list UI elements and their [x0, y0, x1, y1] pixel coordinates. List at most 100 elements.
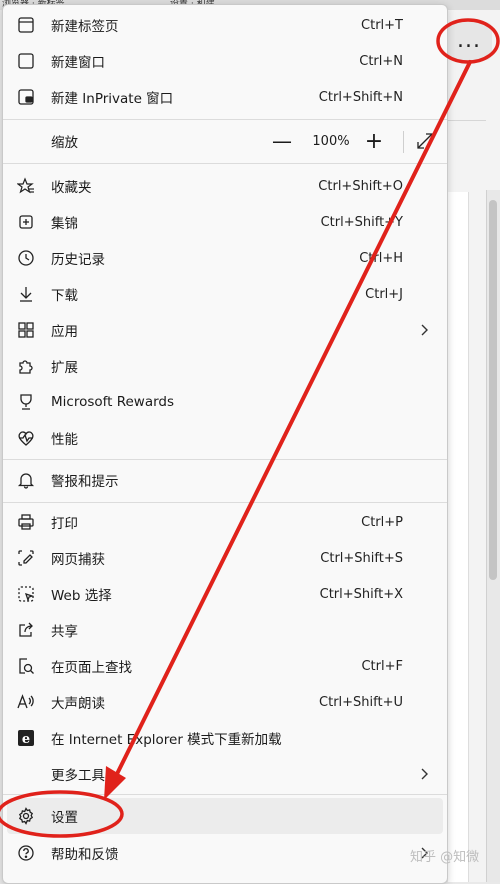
menu-item-label: 收藏夹 [51, 180, 92, 196]
menu-item-shortcut: Ctrl+P [361, 514, 403, 530]
read-aloud-icon [15, 691, 37, 713]
page-content-strip [448, 192, 469, 882]
menu-item-collections[interactable]: 集锦 Ctrl+Shift+Y [3, 204, 447, 240]
menu-item-label: Web 选择 [51, 588, 112, 604]
settings-and-more-menu: 新建标签页 Ctrl+T 新建窗口 Ctrl+N 新建 InPrivate 窗口… [2, 4, 448, 884]
download-icon [15, 283, 37, 305]
new-tab-icon [15, 14, 37, 36]
menu-divider [3, 502, 447, 503]
menu-divider [3, 119, 447, 120]
zoom-out-button[interactable]: — [269, 123, 295, 159]
extensions-icon [15, 355, 37, 377]
share-icon [15, 619, 37, 641]
menu-item-label: 共享 [51, 624, 78, 640]
settings-and-more-button[interactable]: ... [446, 22, 492, 60]
find-icon [15, 655, 37, 677]
menu-item-shortcut: Ctrl+Shift+Y [320, 214, 403, 230]
zoom-level: 100% [312, 133, 350, 149]
menu-item-web-select[interactable]: Web 选择 Ctrl+Shift+X [3, 576, 447, 612]
menu-item-label: 更多工具 [51, 768, 105, 784]
menu-item-help-and-feedback[interactable]: 帮助和反馈 [3, 835, 447, 871]
menu-item-shortcut: Ctrl+T [361, 17, 403, 33]
menu-item-microsoft-rewards[interactable]: Microsoft Rewards [3, 384, 447, 420]
favorites-icon [15, 175, 37, 197]
menu-item-label: 网页捕获 [51, 552, 105, 568]
menu-item-zoom: 缩放 — 100% + [3, 123, 447, 159]
menu-item-label: 新建标签页 [51, 19, 119, 35]
toolbar-divider [448, 120, 486, 121]
menu-item-label: 历史记录 [51, 252, 105, 268]
collections-icon [15, 211, 37, 233]
menu-item-label: 扩展 [51, 360, 78, 376]
menu-item-web-capture[interactable]: 网页捕获 Ctrl+Shift+S [3, 540, 447, 576]
menu-item-label: 下载 [51, 288, 78, 304]
help-icon [15, 842, 37, 864]
menu-item-settings[interactable]: 设置 [7, 798, 443, 834]
menu-item-downloads[interactable]: 下载 Ctrl+J [3, 276, 447, 312]
zoom-label: 缩放 [51, 135, 78, 151]
zoom-separator [403, 131, 404, 153]
menu-item-label: 新建 InPrivate 窗口 [51, 91, 174, 107]
menu-item-label: 警报和提示 [51, 474, 119, 490]
inprivate-icon [15, 86, 37, 108]
menu-item-label: 设置 [51, 810, 78, 826]
menu-item-label: 性能 [51, 432, 78, 448]
scrollbar-thumb[interactable] [489, 200, 497, 580]
capture-icon [15, 547, 37, 569]
menu-item-more-tools[interactable]: 更多工具 [3, 756, 447, 792]
menu-item-alerts-and-tips[interactable]: 警报和提示 [3, 462, 447, 498]
menu-item-print[interactable]: 打印 Ctrl+P [3, 504, 447, 540]
menu-item-label: 新建窗口 [51, 55, 105, 71]
menu-item-label: Microsoft Rewards [51, 394, 175, 410]
menu-item-shortcut: Ctrl+Shift+S [320, 550, 403, 566]
menu-item-shortcut: Ctrl+Shift+N [318, 89, 403, 105]
new-window-icon [15, 50, 37, 72]
menu-item-apps[interactable]: 应用 [3, 312, 447, 348]
menu-item-label: 帮助和反馈 [51, 847, 119, 863]
menu-item-shortcut: Ctrl+Shift+X [319, 586, 403, 602]
menu-item-extensions[interactable]: 扩展 [3, 348, 447, 384]
menu-divider [3, 163, 447, 164]
menu-item-shortcut: Ctrl+Shift+O [318, 178, 403, 194]
apps-icon [15, 319, 37, 341]
menu-item-find-on-page[interactable]: 在页面上查找 Ctrl+F [3, 648, 447, 684]
fullscreen-button[interactable] [411, 123, 439, 159]
menu-item-reload-in-ie-mode[interactable]: e 在 Internet Explorer 模式下重新加载 [3, 720, 447, 756]
history-icon [15, 247, 37, 269]
menu-item-label: 在 Internet Explorer 模式下重新加载 [51, 732, 282, 748]
menu-item-performance[interactable]: 性能 [3, 420, 447, 456]
fullscreen-icon [417, 133, 433, 149]
menu-item-new-tab[interactable]: 新建标签页 Ctrl+T [3, 7, 447, 43]
menu-item-new-inprivate-window[interactable]: 新建 InPrivate 窗口 Ctrl+Shift+N [3, 79, 447, 115]
chevron-right-icon [421, 324, 428, 336]
print-icon [15, 511, 37, 533]
svg-text:e: e [22, 732, 30, 747]
menu-item-shortcut: Ctrl+H [359, 250, 403, 266]
bell-icon [15, 469, 37, 491]
menu-item-label: 集锦 [51, 216, 78, 232]
more-icon: ... [457, 28, 481, 53]
menu-item-label: 在页面上查找 [51, 660, 132, 676]
menu-item-new-window[interactable]: 新建窗口 Ctrl+N [3, 43, 447, 79]
menu-item-read-aloud[interactable]: 大声朗读 Ctrl+Shift+U [3, 684, 447, 720]
chevron-right-icon [421, 768, 428, 780]
menu-item-label: 应用 [51, 324, 78, 340]
menu-item-favorites[interactable]: 收藏夹 Ctrl+Shift+O [3, 168, 447, 204]
menu-item-history[interactable]: 历史记录 Ctrl+H [3, 240, 447, 276]
menu-item-label: 大声朗读 [51, 696, 105, 712]
watermark: 知乎 @知微 [410, 850, 480, 865]
menu-item-shortcut: Ctrl+Shift+U [319, 694, 403, 710]
zoom-in-button[interactable]: + [361, 123, 387, 159]
web-select-icon [15, 583, 37, 605]
performance-icon [15, 427, 37, 449]
menu-divider [3, 794, 447, 795]
menu-item-share[interactable]: 共享 [3, 612, 447, 648]
menu-divider [3, 459, 447, 460]
ie-icon: e [15, 727, 37, 749]
menu-item-shortcut: Ctrl+N [359, 53, 403, 69]
menu-item-label: 打印 [51, 516, 78, 532]
rewards-icon [15, 391, 37, 413]
menu-item-shortcut: Ctrl+J [365, 286, 403, 302]
menu-item-shortcut: Ctrl+F [361, 658, 403, 674]
gear-icon [15, 805, 37, 827]
